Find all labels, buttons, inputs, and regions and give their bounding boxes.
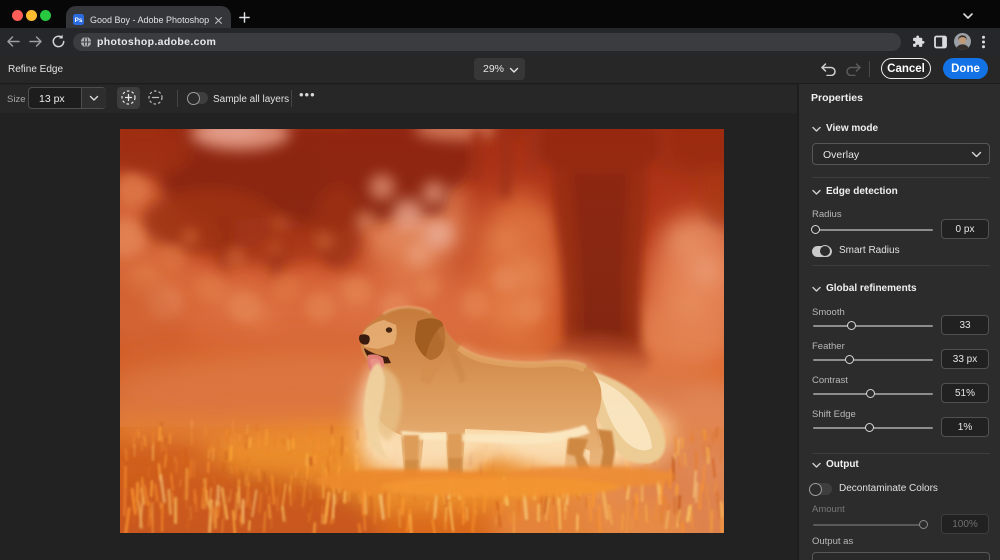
svg-text:Ps: Ps bbox=[75, 17, 83, 24]
